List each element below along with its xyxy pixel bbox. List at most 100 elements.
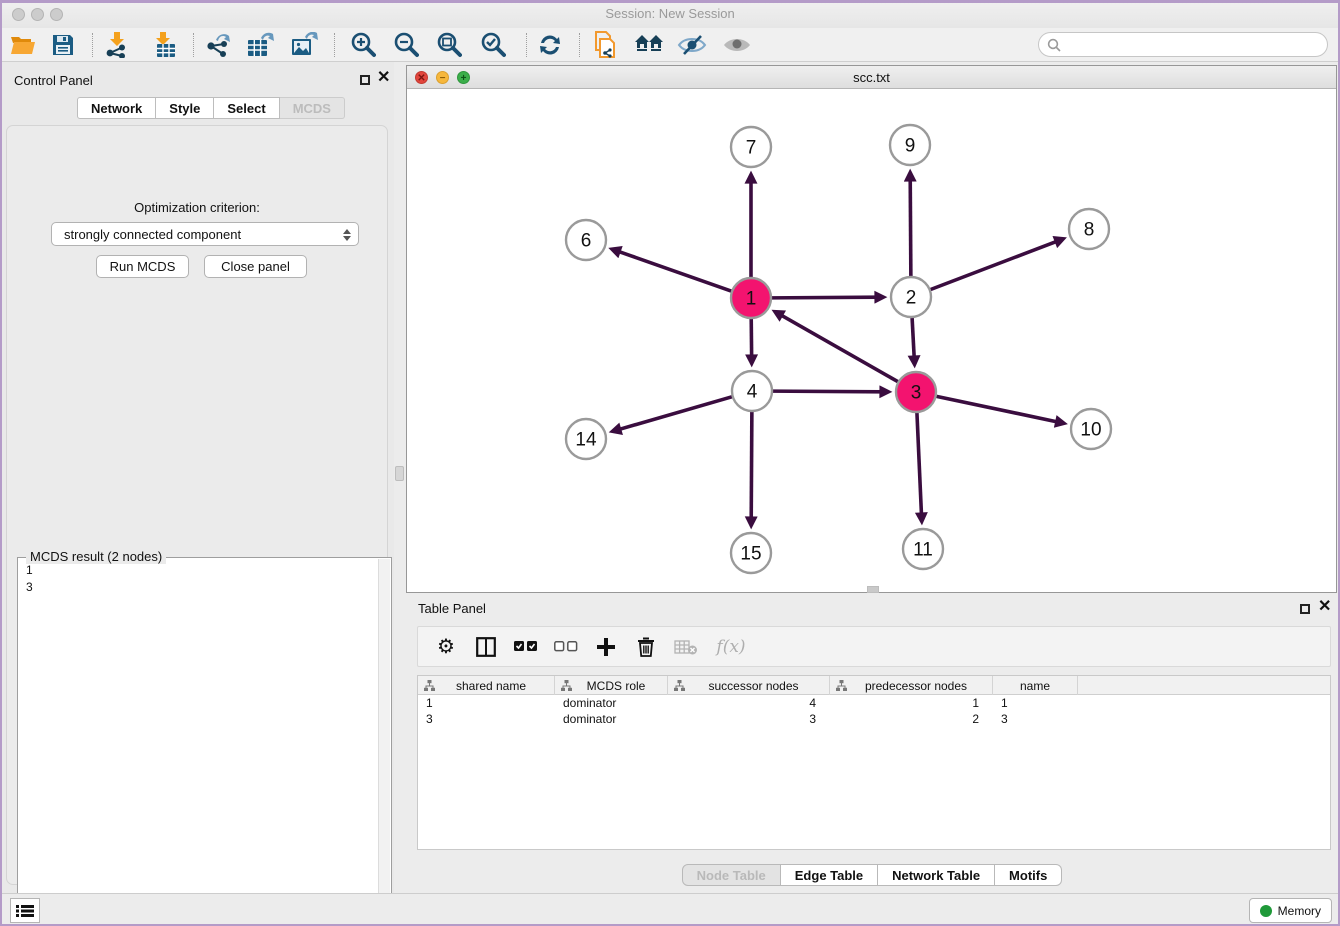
delete-column-icon[interactable] <box>634 635 658 659</box>
edge-4-3[interactable] <box>773 391 882 392</box>
edge-1-2[interactable] <box>772 297 877 298</box>
column-header-successor-nodes[interactable]: successor nodes <box>668 676 830 695</box>
network-graph[interactable]: 7968124310141511 <box>407 89 1336 593</box>
edge-2-8[interactable] <box>931 241 1058 289</box>
tab-node-table[interactable]: Node Table <box>682 864 781 886</box>
export-network-icon[interactable] <box>201 31 235 59</box>
edge-2-3[interactable] <box>912 318 914 358</box>
cell-predecessor-nodes: 2 <box>830 711 993 727</box>
deselect-all-icon[interactable] <box>554 635 578 659</box>
tab-mcds[interactable]: MCDS <box>280 97 345 119</box>
edge-2-9[interactable] <box>910 179 911 276</box>
node-table[interactable]: shared nameMCDS rolesuccessor nodesprede… <box>417 675 1331 850</box>
table-row[interactable]: 3dominator323 <box>418 711 1330 727</box>
edge-1-6[interactable] <box>618 251 731 291</box>
table-toolbar: ⚙ f(x) <box>417 626 1331 667</box>
result-scrollbar[interactable] <box>378 559 390 926</box>
export-image-icon[interactable] <box>288 31 322 59</box>
table-header-row: shared nameMCDS rolesuccessor nodesprede… <box>418 676 1330 695</box>
show-eye-icon[interactable] <box>720 31 754 59</box>
edge-3-10[interactable] <box>937 396 1058 422</box>
edge-4-14[interactable] <box>619 397 732 430</box>
close-panel-button[interactable]: Close panel <box>204 255 307 278</box>
node-label-6: 6 <box>581 231 592 252</box>
column-header-name[interactable]: name <box>993 676 1078 695</box>
table-row[interactable]: 1dominator411 <box>418 695 1330 711</box>
delete-table-icon <box>674 635 698 659</box>
selected-option: strongly connected component <box>64 227 241 242</box>
network-window-titlebar[interactable]: ✕ − + scc.txt <box>407 66 1336 89</box>
zoom-out-icon[interactable] <box>389 31 423 59</box>
window-title: Session: New Session <box>0 6 1340 21</box>
toolbar-separator <box>526 33 527 57</box>
settings-gear-icon[interactable]: ⚙ <box>434 635 458 659</box>
network-canvas[interactable]: 7968124310141511 <box>407 89 1336 592</box>
tab-motifs[interactable]: Motifs <box>995 864 1062 886</box>
cell-MCDS-role: dominator <box>555 695 668 711</box>
column-header-shared-name[interactable]: shared name <box>418 676 555 695</box>
control-panel-tabs: NetworkStyleSelectMCDS <box>77 97 345 119</box>
tab-edge-table[interactable]: Edge Table <box>781 864 878 886</box>
panel-splitter-handle[interactable] <box>395 466 404 481</box>
memory-label: Memory <box>1278 904 1321 918</box>
run-mcds-button[interactable]: Run MCDS <box>96 255 189 278</box>
cell-shared-name: 1 <box>418 695 555 711</box>
edge-4-15[interactable] <box>751 412 752 519</box>
memory-status-icon <box>1260 905 1272 917</box>
optimization-criterion-select[interactable]: strongly connected component <box>51 222 359 246</box>
node-label-11: 11 <box>913 540 933 561</box>
zoom-fit-icon[interactable] <box>432 31 466 59</box>
optimization-criterion-label: Optimization criterion: <box>7 200 387 215</box>
select-all-icon[interactable] <box>514 635 538 659</box>
column-header-predecessor-nodes[interactable]: predecessor nodes <box>830 676 993 695</box>
toolbar-separator <box>193 33 194 57</box>
list-icon <box>16 904 34 918</box>
control-panel-title: Control Panel <box>14 73 93 88</box>
memory-button[interactable]: Memory <box>1249 898 1332 923</box>
close-panel-icon[interactable]: ✕ <box>377 73 390 83</box>
tab-network[interactable]: Network <box>77 97 156 119</box>
add-column-icon[interactable] <box>594 635 618 659</box>
import-network-icon[interactable] <box>100 31 134 59</box>
save-session-icon[interactable] <box>46 31 80 59</box>
node-label-1: 1 <box>746 289 757 310</box>
application-window: Session: New Session <box>0 0 1340 926</box>
copy-network-icon[interactable] <box>588 31 622 59</box>
network-window-title: scc.txt <box>407 70 1336 85</box>
tab-network-table[interactable]: Network Table <box>878 864 995 886</box>
open-session-icon[interactable] <box>6 31 40 59</box>
tab-style[interactable]: Style <box>156 97 214 119</box>
cell-shared-name: 3 <box>418 711 555 727</box>
function-builder-icon: f(x) <box>714 635 748 659</box>
edge-3-11[interactable] <box>917 413 922 515</box>
mcds-result-text[interactable]: 1 3 <box>20 562 377 926</box>
refresh-icon[interactable] <box>533 31 567 59</box>
zoom-in-icon[interactable] <box>346 31 380 59</box>
import-table-icon[interactable] <box>148 31 182 59</box>
float-table-panel-icon[interactable] <box>1300 601 1310 619</box>
table-panel-tabs: Node TableEdge TableNetwork TableMotifs <box>404 864 1340 886</box>
float-panel-icon[interactable] <box>360 72 370 90</box>
node-label-10: 10 <box>1080 420 1101 441</box>
edge-3-1[interactable] <box>781 315 898 382</box>
table-panel-title: Table Panel <box>418 601 486 616</box>
hide-eye-slash-icon[interactable] <box>675 31 709 59</box>
node-label-7: 7 <box>746 138 757 159</box>
column-layout-icon[interactable] <box>474 635 498 659</box>
control-panel: Control Panel ✕ NetworkStyleSelectMCDS O… <box>0 62 394 893</box>
close-table-panel-icon[interactable]: ✕ <box>1318 602 1331 612</box>
toolbar-separator <box>92 33 93 57</box>
table-panel: Table Panel ✕ ⚙ f(x) <box>404 595 1340 893</box>
export-table-icon[interactable] <box>244 31 278 59</box>
view-splitter-handle[interactable] <box>867 586 879 593</box>
task-history-button[interactable] <box>10 898 40 923</box>
toolbar-separator <box>334 33 335 57</box>
node-label-14: 14 <box>575 430 597 451</box>
column-header-MCDS-role[interactable]: MCDS role <box>555 676 668 695</box>
home-icon[interactable] <box>632 31 666 59</box>
tab-select[interactable]: Select <box>214 97 279 119</box>
zoom-selected-icon[interactable] <box>476 31 510 59</box>
node-label-9: 9 <box>905 136 916 157</box>
title-bar: Session: New Session <box>0 0 1340 28</box>
search-input[interactable] <box>1038 32 1328 57</box>
